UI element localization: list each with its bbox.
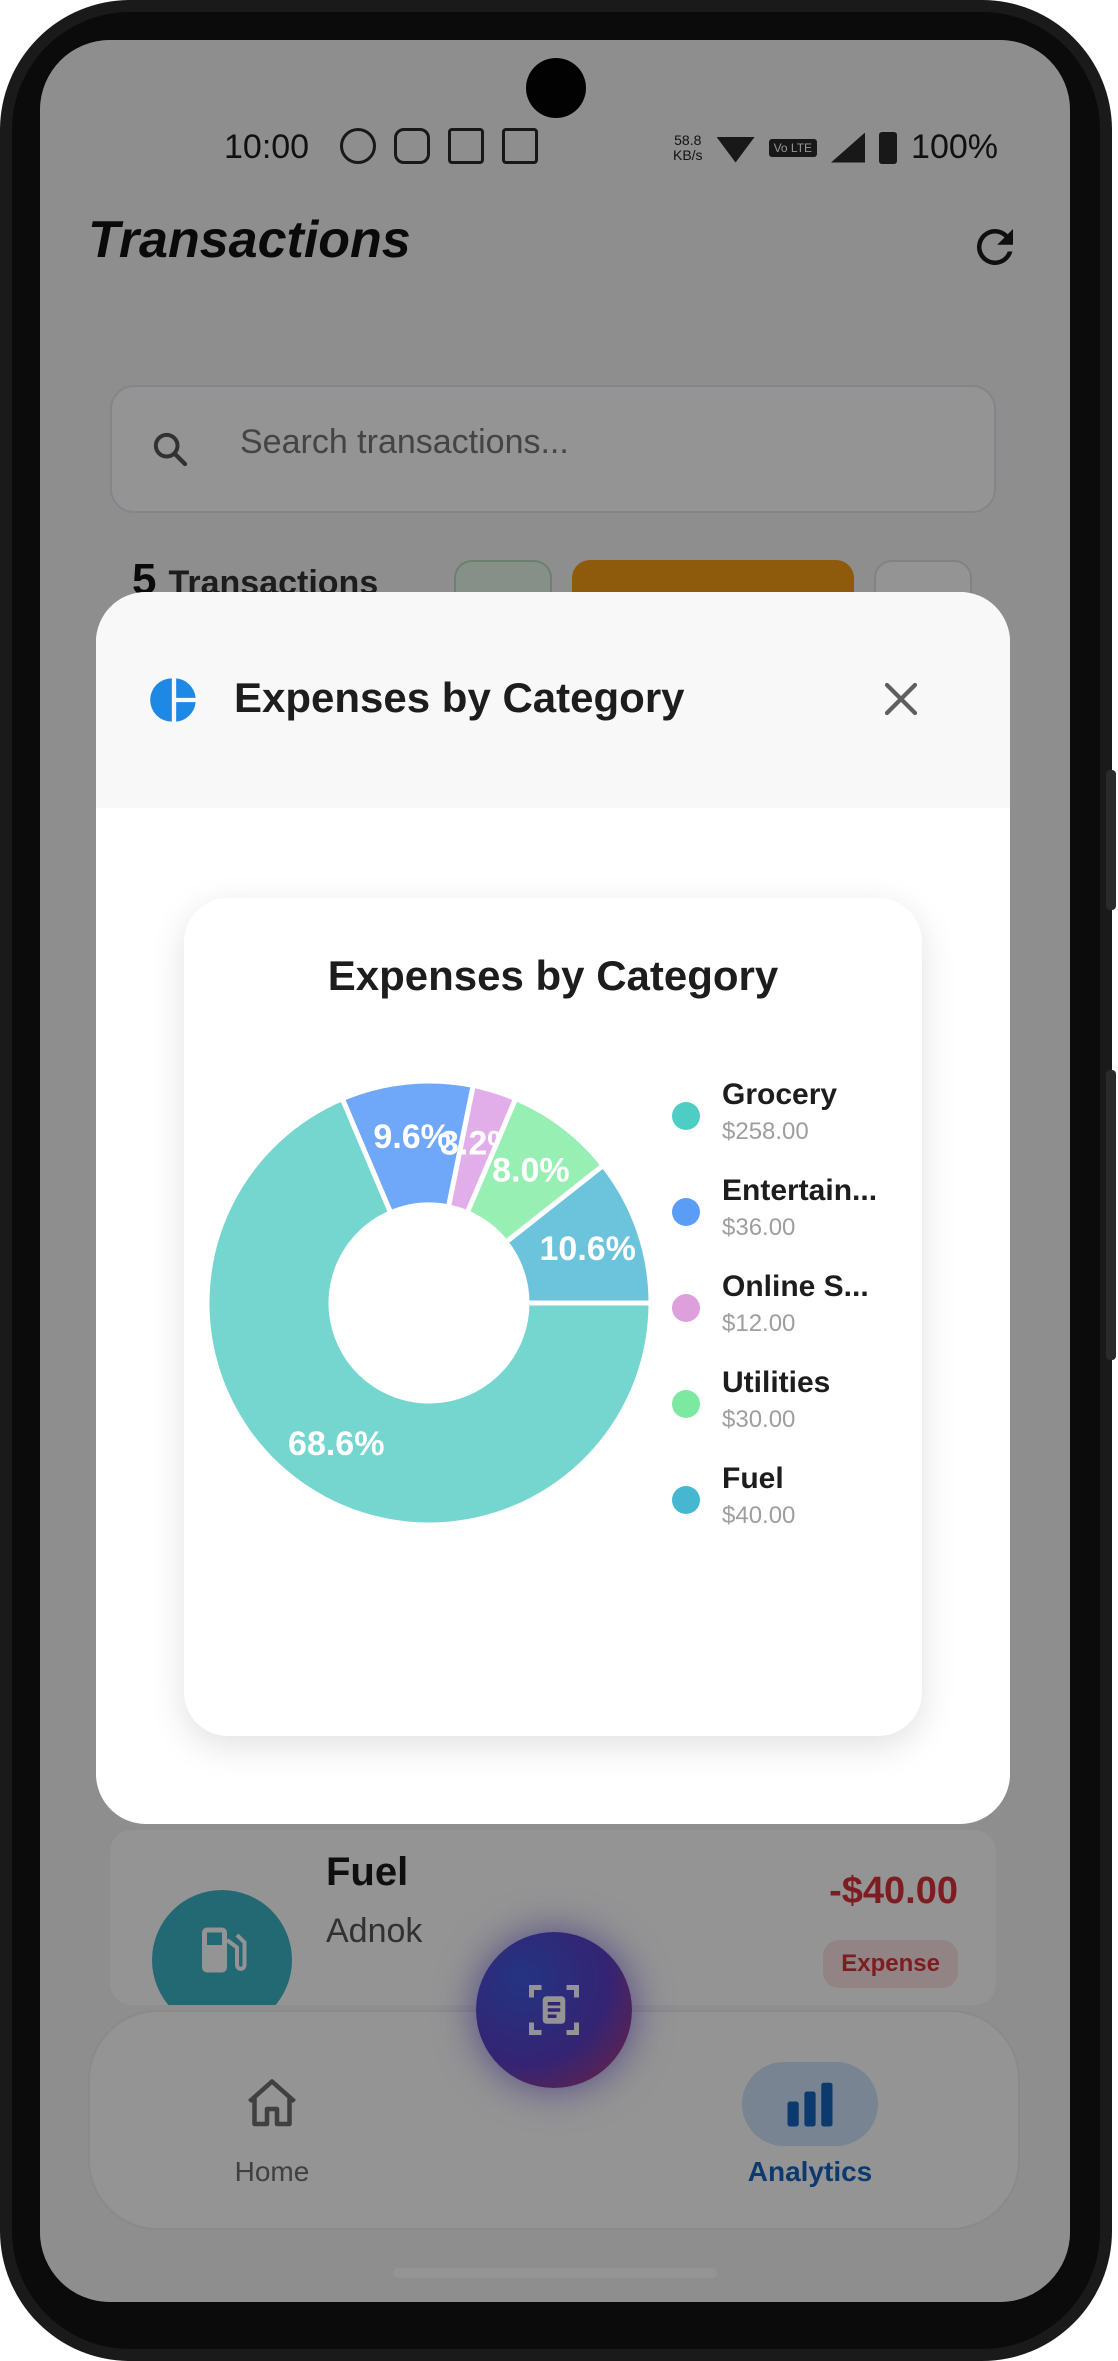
legend-color-dot	[672, 1486, 700, 1514]
legend-category-name: Fuel	[722, 1462, 784, 1495]
legend-color-dot	[672, 1198, 700, 1226]
legend-amount: $258.00	[722, 1118, 809, 1145]
legend-color-dot	[672, 1102, 700, 1130]
slice-percent-label: 10.6%	[540, 1230, 636, 1268]
legend-amount: $30.00	[722, 1406, 796, 1433]
donut-chart: 68.6%9.6%3.2%8.0%10.6%	[204, 1078, 654, 1528]
legend-category-name: Entertain...	[722, 1174, 878, 1207]
power-button	[1106, 1070, 1116, 1360]
legend-color-dot	[672, 1294, 700, 1322]
legend-category-name: Online S...	[722, 1270, 869, 1303]
close-icon[interactable]	[880, 678, 922, 720]
legend-category-name: Utilities	[722, 1366, 831, 1399]
legend-category-name: Grocery	[722, 1078, 838, 1111]
slice-percent-label: 68.6%	[288, 1425, 384, 1463]
pie-chart-icon	[150, 678, 196, 722]
legend-color-dot	[672, 1390, 700, 1418]
chart-title: Expenses by Category	[327, 952, 779, 999]
legend-amount: $12.00	[722, 1310, 796, 1337]
screen: 10:00 58.8 KB/s Vo LTE 100% Transactions	[40, 40, 1070, 2302]
phone-frame: 10:00 58.8 KB/s Vo LTE 100% Transactions	[0, 0, 1118, 2361]
dialog-header: Expenses by Category	[96, 592, 1010, 808]
legend-amount: $40.00	[722, 1502, 796, 1529]
expenses-dialog: Expenses by Category Expenses by Categor…	[96, 592, 1010, 1824]
dialog-title: Expenses by Category	[234, 674, 685, 721]
legend-amount: $36.00	[722, 1214, 796, 1241]
chart-card: Expenses by Category 68.6% 9.6% 3.2% 8.0% 10…	[184, 898, 922, 1736]
volume-button	[1106, 770, 1116, 910]
slice-percent-label: 8.0%	[492, 1151, 570, 1189]
